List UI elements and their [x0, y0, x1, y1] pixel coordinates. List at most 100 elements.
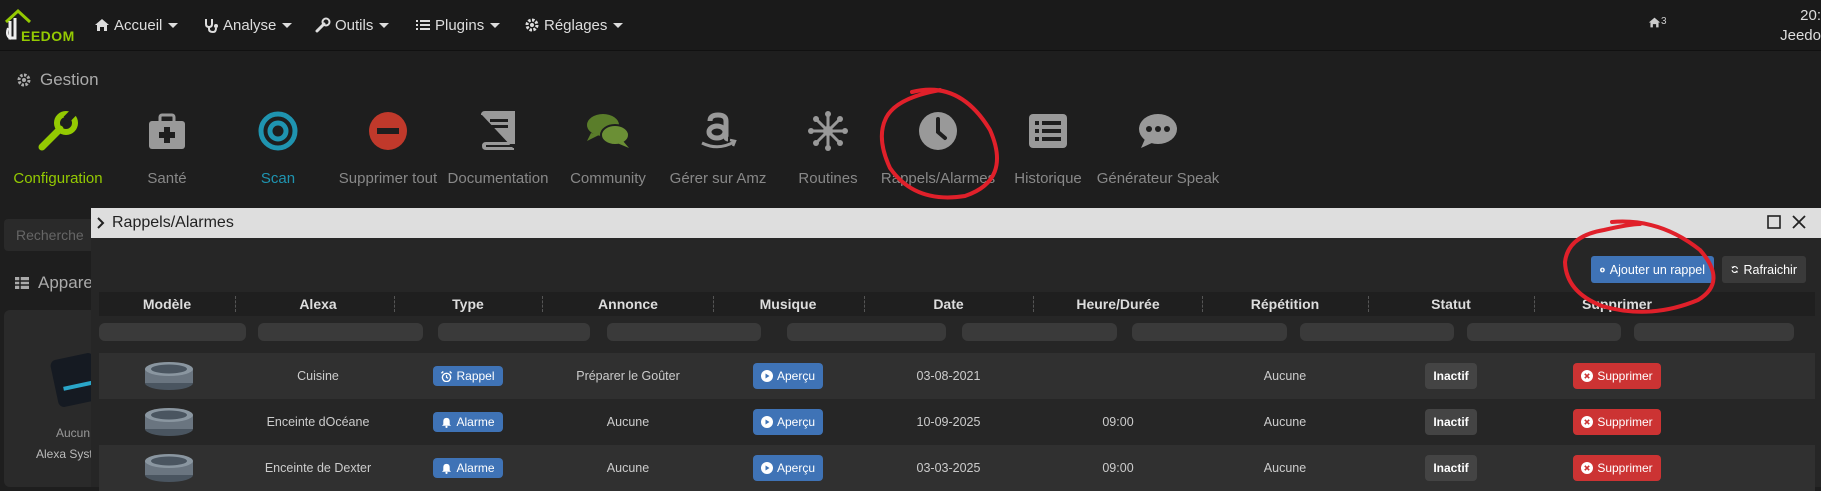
filter-input-annonce[interactable]: [607, 323, 761, 341]
clock-name: Jeedo: [1780, 27, 1821, 44]
home-icon: [1648, 17, 1661, 28]
type-cell: Alarme: [394, 445, 542, 491]
echo-device-image: [145, 408, 193, 436]
book-icon: [481, 111, 515, 150]
amazon-icon: [701, 112, 737, 149]
type-cell: Rappel: [394, 353, 542, 399]
type-badge: Rappel: [433, 366, 503, 386]
type-label: Rappel: [456, 369, 495, 383]
filter-input-supprimer[interactable]: [1634, 323, 1794, 341]
comments-icon: [587, 114, 630, 148]
statut-cell: Inactif: [1368, 445, 1534, 491]
chevron-down-icon: [490, 22, 501, 28]
column-header-repetition[interactable]: Répétition: [1202, 292, 1368, 316]
preview-label: Aperçu: [776, 369, 816, 383]
filter-input-musique[interactable]: [787, 323, 946, 341]
chevron-down-icon: [168, 22, 179, 28]
delete-button[interactable]: Supprimer: [1573, 363, 1661, 389]
type-cell: Alarme: [394, 399, 542, 445]
column-header-alexa[interactable]: Alexa: [235, 292, 401, 316]
delete-button[interactable]: Supprimer: [1573, 409, 1661, 435]
status-toggle[interactable]: Inactif: [1425, 409, 1477, 435]
nav-plugins[interactable]: Plugins: [415, 14, 501, 36]
nav-accueil[interactable]: Accueil: [94, 14, 179, 36]
filter-input-modele[interactable]: [99, 323, 246, 341]
delete-label: Supprimer: [1597, 369, 1653, 383]
column-header-heure-duree[interactable]: Heure/Durée: [1033, 292, 1203, 316]
supprimer-cell: Supprimer: [1534, 445, 1700, 491]
refresh-icon: [1731, 266, 1738, 273]
column-header-statut[interactable]: Statut: [1368, 292, 1534, 316]
musique-cell: Aperçu: [713, 353, 863, 399]
chevron-down-icon: [379, 22, 390, 28]
add-reminder-button[interactable]: Ajouter un rappel: [1591, 256, 1714, 283]
nav-analyse[interactable]: Analyse: [203, 14, 293, 36]
bell-icon: [442, 463, 452, 474]
column-header-supprimer[interactable]: Supprimer: [1534, 292, 1700, 316]
nav-accueil-label: Accueil: [114, 16, 163, 34]
home-count: 3: [1661, 16, 1667, 27]
delete-button[interactable]: Supprimer: [1573, 455, 1661, 481]
status-toggle[interactable]: Inactif: [1425, 455, 1477, 481]
type-badge: Alarme: [433, 458, 503, 478]
times-circle-icon: [1581, 416, 1594, 428]
column-header-type[interactable]: Type: [394, 292, 542, 316]
type-badge: Alarme: [433, 412, 503, 432]
wrench-icon: [38, 109, 78, 151]
annonce-cell: Aucune: [606, 415, 650, 429]
rappels-alarmes-modal: Rappels/Alarmes Ajouter un rappel Rafrai…: [91, 208, 1821, 491]
column-header-date[interactable]: Date: [864, 292, 1033, 316]
filter-input-statut[interactable]: [1467, 323, 1621, 341]
home-summary[interactable]: 3: [1648, 16, 1667, 29]
chevron-down-icon: [613, 22, 624, 28]
refresh-button[interactable]: Rafraichir: [1722, 256, 1806, 283]
clock-icon: [919, 112, 957, 150]
supprimer-cell: Supprimer: [1534, 353, 1700, 399]
tile-generateur-speak[interactable]: Générateur Speak: [1083, 104, 1233, 187]
filter-input-date[interactable]: [962, 323, 1117, 341]
preview-button[interactable]: Aperçu: [752, 455, 824, 481]
nav-reglages-label: Réglages: [544, 16, 608, 34]
device-model-cell: [129, 399, 209, 445]
jeedom-logo[interactable]: EEDOM: [4, 6, 76, 44]
asterisk-icon: [808, 111, 848, 151]
add-reminder-label: Ajouter un rappel: [1609, 262, 1705, 277]
filter-input-repetition[interactable]: [1300, 323, 1454, 341]
filter-input-type[interactable]: [438, 323, 590, 341]
filter-input-alexa[interactable]: [258, 323, 423, 341]
clock: 20: Jeedo: [1780, 6, 1821, 46]
close-icon[interactable]: [1791, 214, 1807, 230]
modal-title: Rappels/Alarmes: [112, 214, 234, 231]
heure-cell: [1033, 353, 1203, 399]
maximize-icon[interactable]: [1767, 215, 1781, 229]
medkit-icon: [149, 113, 185, 149]
column-header-annonce[interactable]: Annonce: [542, 292, 714, 316]
status-toggle[interactable]: Inactif: [1425, 363, 1477, 389]
annonce-cell: Aucune: [606, 461, 650, 475]
preview-button[interactable]: Aperçu: [752, 363, 824, 389]
background-search-input[interactable]: Recherche: [4, 219, 100, 251]
background-card-line2: Alexa Syst: [36, 447, 93, 461]
date-cell: 10-09-2025: [916, 415, 981, 429]
statut-cell: Inactif: [1368, 399, 1534, 445]
alexa-cell: Enceinte de Dexter: [264, 461, 372, 475]
column-header-musique[interactable]: Musique: [713, 292, 863, 316]
alarm-clock-icon: [441, 370, 453, 382]
background-device-card[interactable]: Aucun Alexa Syst: [4, 310, 104, 487]
refresh-label: Rafraichir: [1743, 262, 1798, 277]
echo-device-image: [145, 454, 193, 482]
musique-cell: Aperçu: [713, 445, 863, 491]
table-row: Enceinte de Dexter Alarme Aucune Aperçu …: [99, 445, 1815, 491]
repetition-cell: Aucune: [1263, 461, 1307, 475]
column-header-modele[interactable]: Modèle: [99, 292, 235, 316]
filter-input-heure-duree[interactable]: [1132, 323, 1287, 341]
preview-button[interactable]: Aperçu: [752, 409, 824, 435]
nav-reglages[interactable]: Réglages: [524, 14, 624, 36]
logo-text: EEDOM: [21, 28, 75, 44]
gear-icon: [524, 17, 540, 33]
gestion-title: Gestion: [16, 70, 99, 90]
nav-outils[interactable]: Outils: [315, 14, 390, 36]
play-circle-icon: [760, 370, 773, 382]
alexa-cell: Cuisine: [297, 369, 339, 383]
modal-header[interactable]: Rappels/Alarmes: [91, 208, 1821, 238]
